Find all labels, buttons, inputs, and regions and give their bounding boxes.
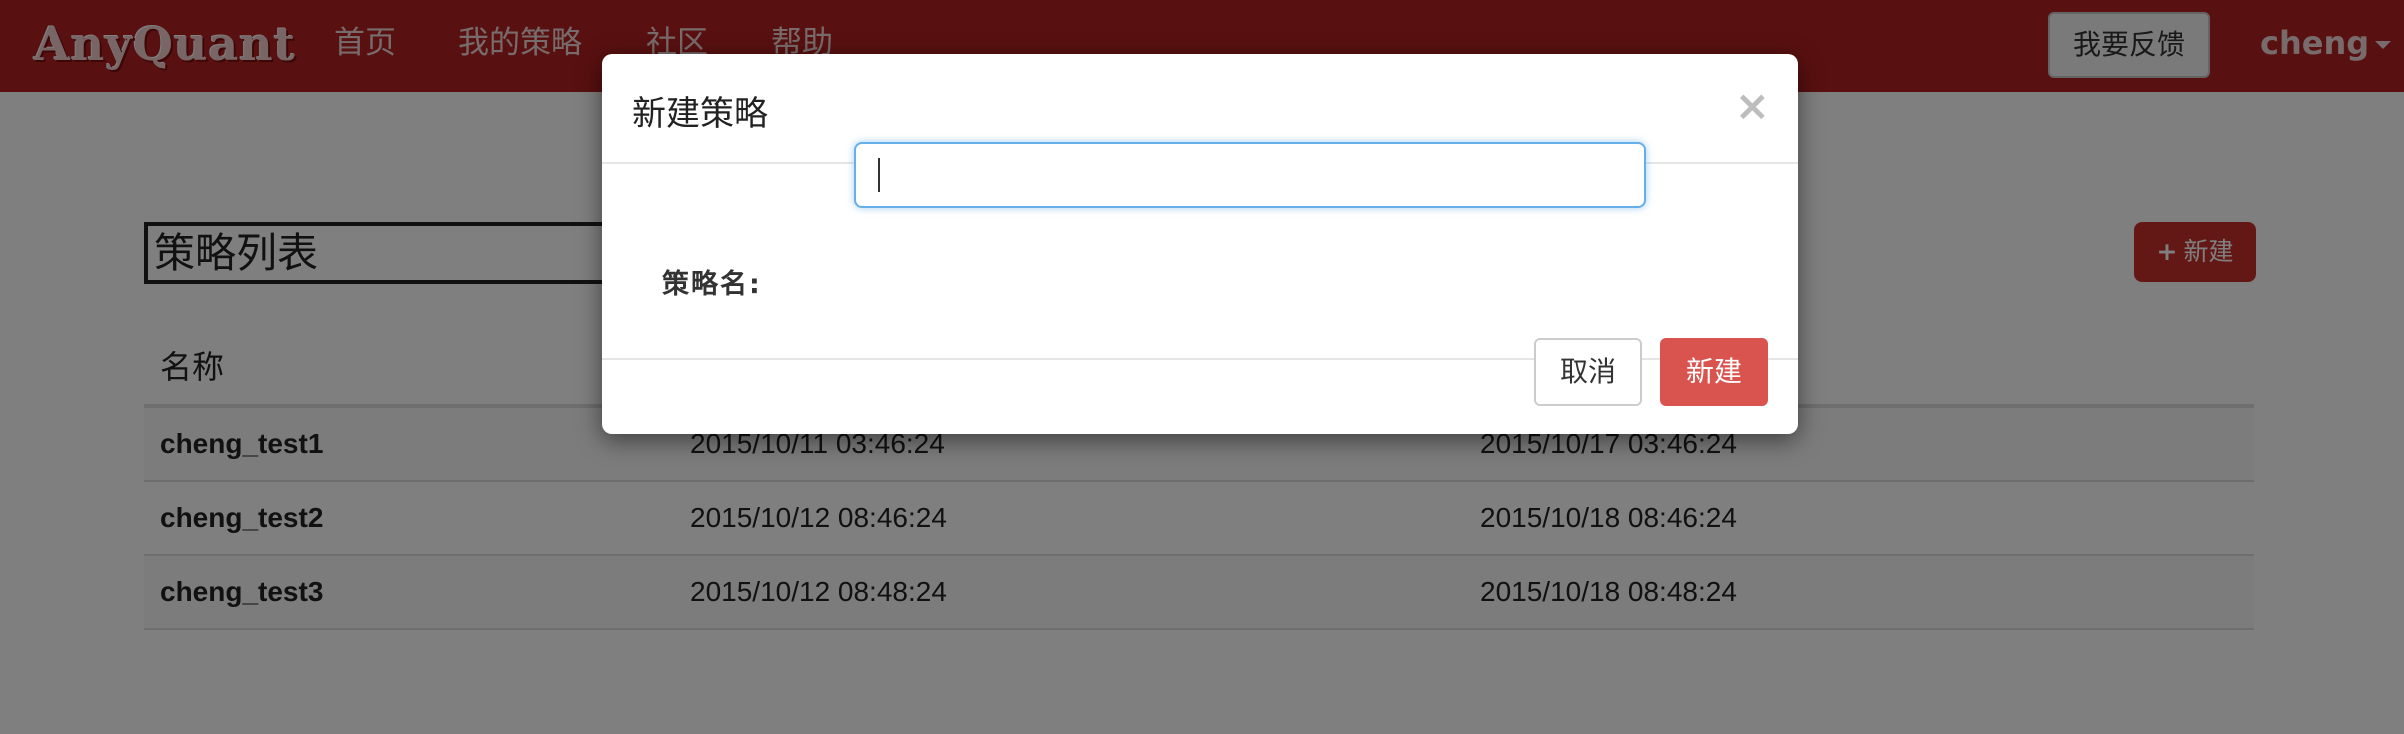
cancel-button[interactable]: 取消 (1534, 338, 1642, 406)
text-cursor (878, 158, 880, 192)
dialog-title: 新建策略 (632, 94, 768, 134)
strategy-name-input[interactable] (854, 142, 1646, 208)
close-icon[interactable]: × (1735, 78, 1770, 134)
strategy-name-label: 策略名: (662, 269, 762, 300)
new-strategy-dialog: 新建策略 × 策略名: 取消 新建 (602, 54, 1798, 434)
create-button[interactable]: 新建 (1660, 338, 1768, 406)
